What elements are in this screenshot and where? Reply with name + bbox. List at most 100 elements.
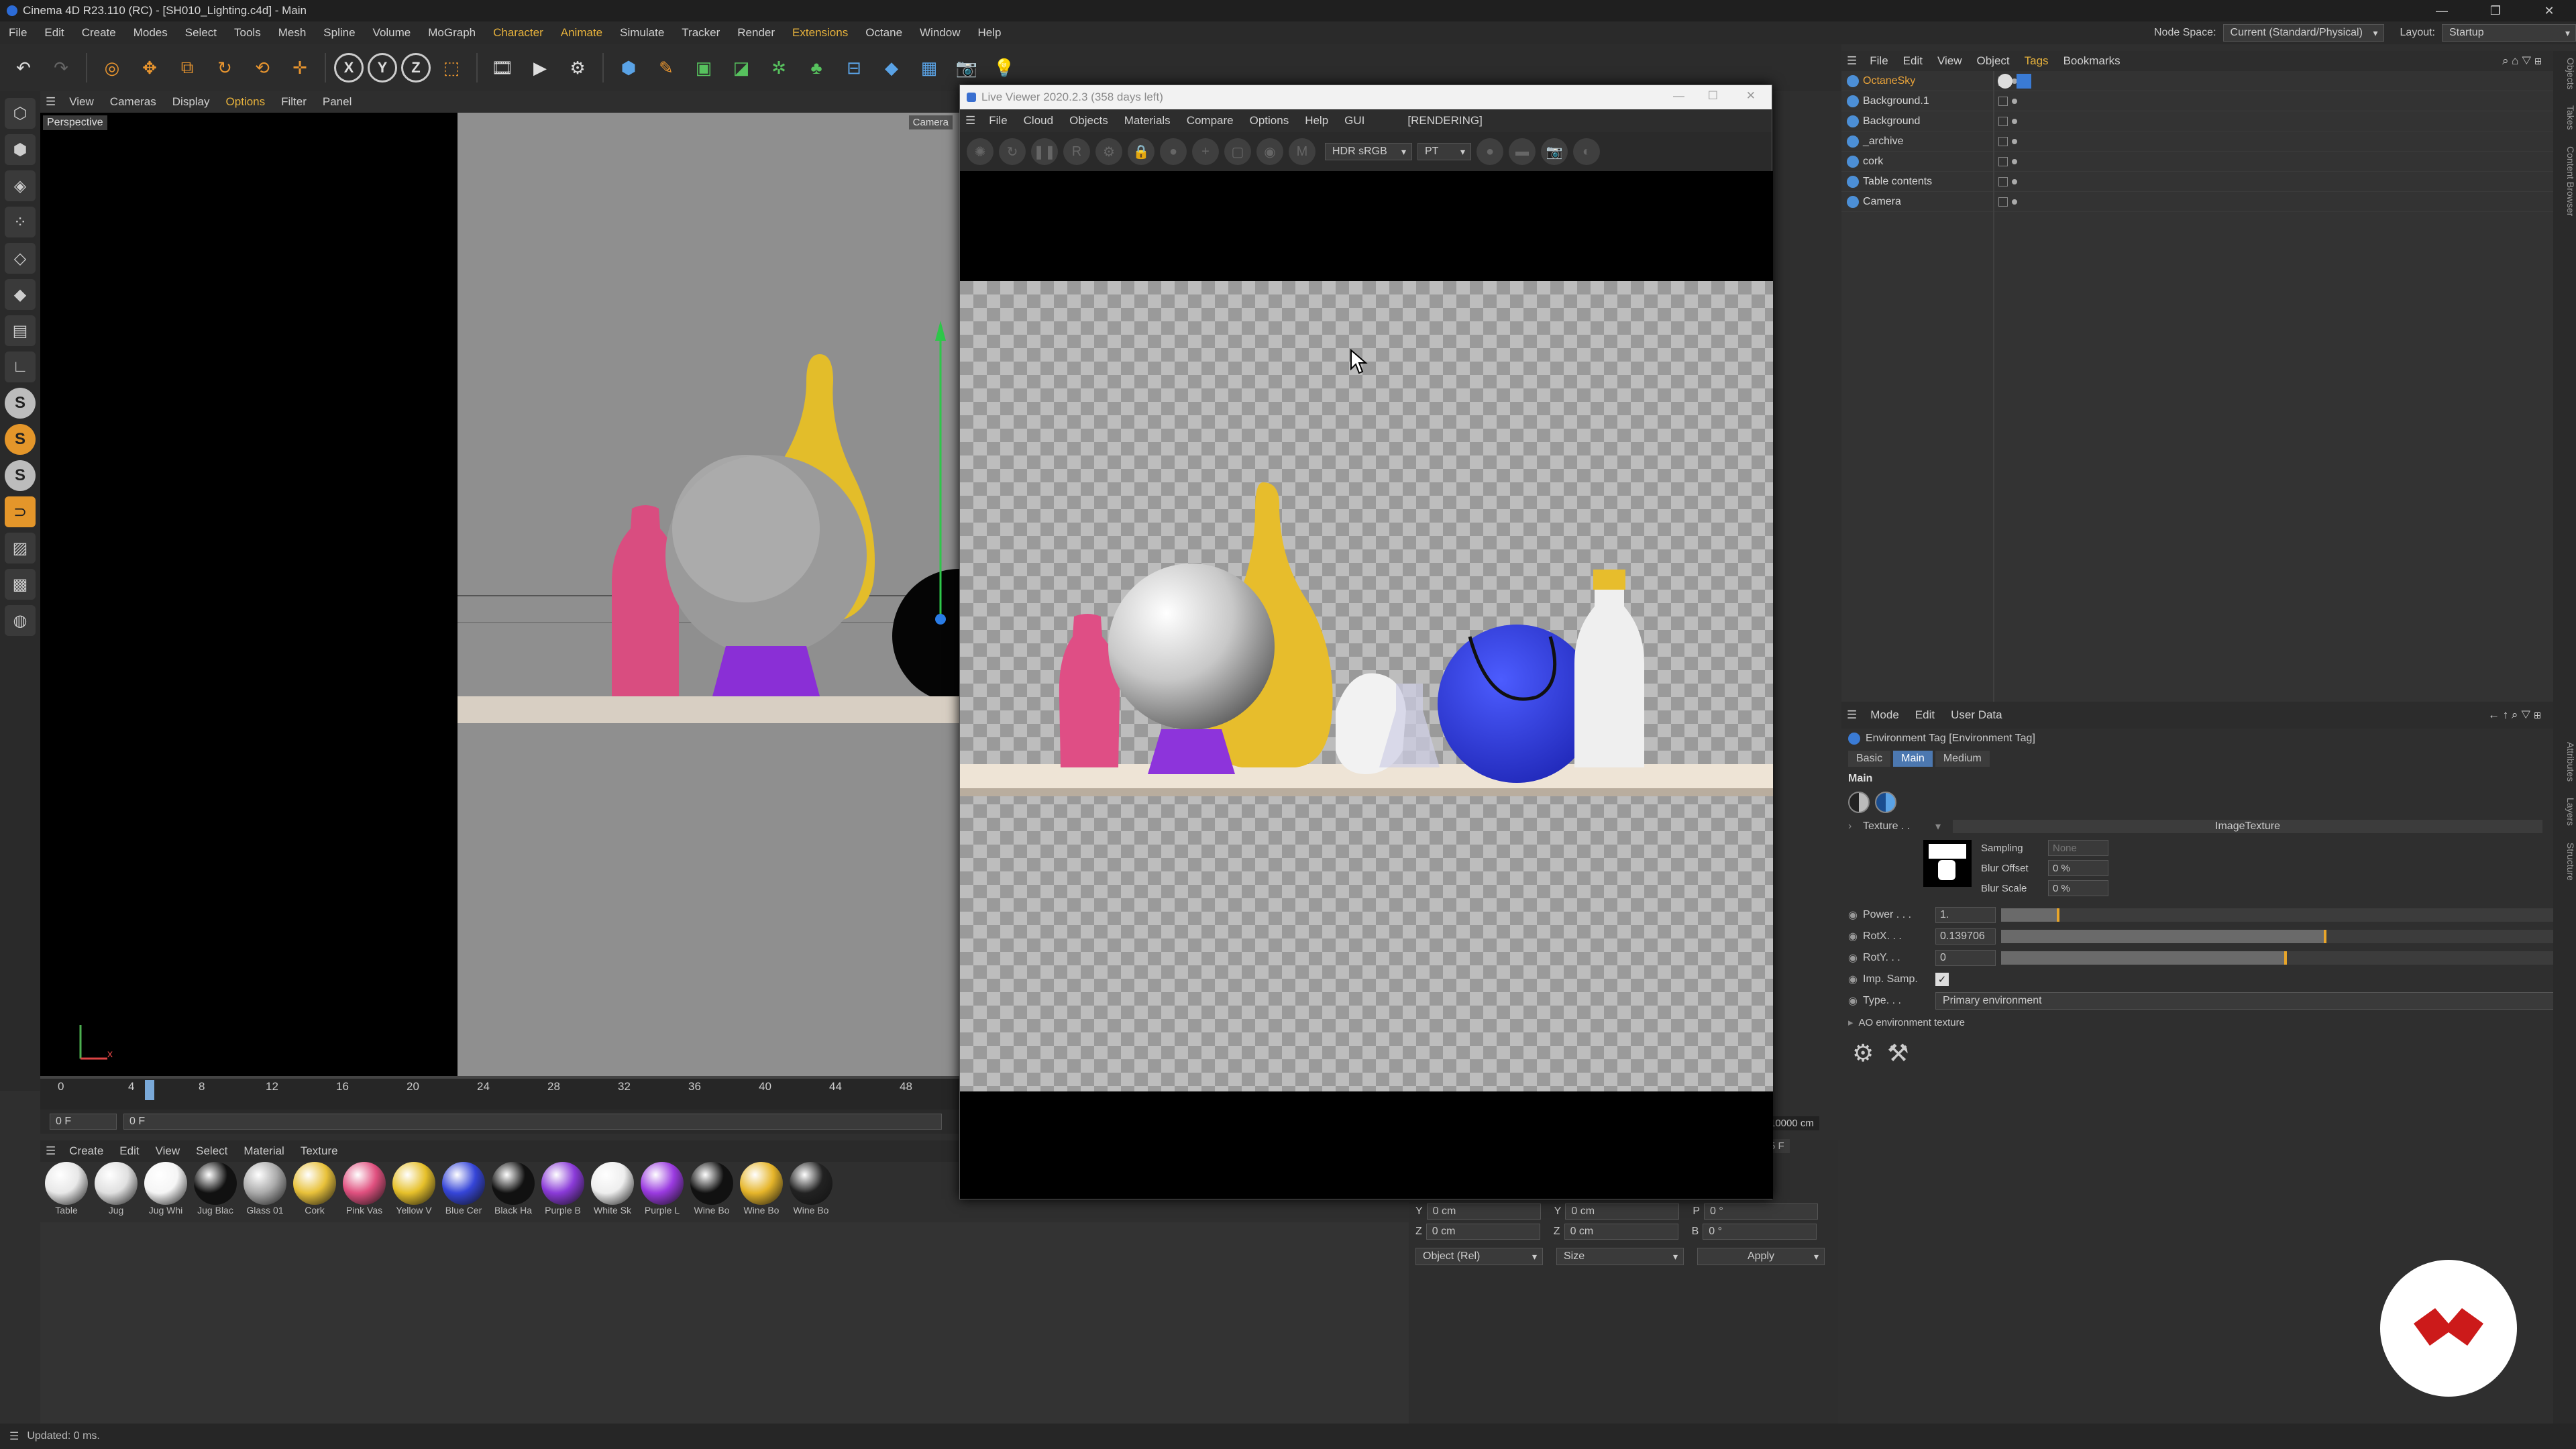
- rotx-slider-handle[interactable]: [2323, 930, 2326, 943]
- cloner-icon[interactable]: ✲: [762, 51, 796, 85]
- type-dropdown[interactable]: Primary environment: [1935, 992, 2569, 1010]
- rgb-mode-icon[interactable]: [1848, 792, 1870, 813]
- subdivision-icon[interactable]: ▣: [687, 51, 720, 85]
- live-menu-cloud[interactable]: Cloud: [1016, 114, 1061, 127]
- snapping-icon[interactable]: ⊃: [5, 496, 36, 527]
- material-menu-create[interactable]: Create: [61, 1144, 111, 1158]
- object-row[interactable]: Table contents: [1841, 172, 2576, 192]
- object-row[interactable]: cork: [1841, 152, 2576, 172]
- kernel-dropdown[interactable]: PT: [1417, 143, 1471, 160]
- viewport-menu-panel[interactable]: Panel: [315, 95, 360, 109]
- axis-mode-icon[interactable]: ∟: [5, 352, 36, 382]
- menu-file[interactable]: File: [0, 26, 36, 40]
- coordinate-system-icon[interactable]: ✛: [283, 51, 317, 85]
- menu-render[interactable]: Render: [729, 26, 784, 40]
- snapshot-icon[interactable]: 📷: [1541, 138, 1568, 165]
- start-frame-field[interactable]: 0 F: [123, 1114, 942, 1130]
- live-maximize-button[interactable]: ☐: [1708, 89, 1718, 103]
- apply-button[interactable]: Apply: [1697, 1248, 1825, 1265]
- restart-render-icon[interactable]: ↻: [999, 138, 1026, 165]
- object-render-dot[interactable]: [2012, 118, 2017, 124]
- objects-menu-edit[interactable]: Edit: [1896, 54, 1930, 68]
- live-menu-help[interactable]: Help: [1297, 114, 1336, 127]
- objects-menu-bookmarks[interactable]: Bookmarks: [2056, 54, 2128, 68]
- redo-icon[interactable]: ↷: [44, 51, 78, 85]
- render-view-icon[interactable]: ▶: [523, 51, 557, 85]
- menu-tracker[interactable]: Tracker: [673, 26, 729, 40]
- polygons-mode-icon[interactable]: ◆: [5, 279, 36, 310]
- objects-menu-icon[interactable]: ☰: [1841, 54, 1862, 68]
- clay-icon[interactable]: ◐: [1573, 138, 1600, 165]
- material-swatch[interactable]: Glass 01: [241, 1162, 288, 1222]
- material-menu-select[interactable]: Select: [188, 1144, 235, 1158]
- strip-tab-takes[interactable]: Takes: [2553, 105, 2576, 130]
- coord-field[interactable]: 0 cm: [1426, 1203, 1541, 1220]
- viewport-menu-view[interactable]: View: [61, 95, 102, 109]
- object-render-dot[interactable]: [2012, 98, 2017, 104]
- grid-icon[interactable]: ▦: [912, 51, 946, 85]
- solo-hierarchy-icon[interactable]: S: [5, 424, 36, 455]
- material-preview-icon[interactable]: ●: [1160, 138, 1187, 165]
- material-swatch[interactable]: Pink Vas: [341, 1162, 388, 1222]
- material-menu-icon[interactable]: ☰: [40, 1144, 61, 1158]
- menu-octane[interactable]: Octane: [857, 26, 911, 40]
- material-swatch[interactable]: Jug Blac: [192, 1162, 239, 1222]
- menu-volume[interactable]: Volume: [364, 26, 420, 40]
- region-render-icon[interactable]: R: [1063, 138, 1090, 165]
- add-icon[interactable]: +: [1192, 138, 1219, 165]
- animate-dot-icon[interactable]: ◉: [1848, 994, 1858, 1008]
- texture-dropdown-icon[interactable]: ▾: [1935, 820, 1947, 833]
- menu-modes[interactable]: Modes: [125, 26, 176, 40]
- status-menu-icon[interactable]: ☰: [9, 1430, 19, 1443]
- object-render-dot[interactable]: [2012, 178, 2017, 184]
- menu-character[interactable]: Character: [484, 26, 552, 40]
- solo-icon[interactable]: S: [5, 388, 36, 419]
- material-menu-texture[interactable]: Texture: [292, 1144, 346, 1158]
- material-swatch[interactable]: Table: [43, 1162, 90, 1222]
- material-swatch[interactable]: Jug Whi: [142, 1162, 189, 1222]
- objects-search-icon[interactable]: ⌕ ⌂ ▽ ⊞: [2495, 54, 2549, 68]
- material-swatch[interactable]: Cork: [291, 1162, 338, 1222]
- render-view[interactable]: [960, 171, 1773, 1199]
- power-slider[interactable]: [2001, 908, 2569, 922]
- viewport-menu-options[interactable]: Options: [218, 95, 274, 109]
- camera-icon[interactable]: 📷: [950, 51, 983, 85]
- animate-dot-icon[interactable]: ◉: [1848, 973, 1858, 986]
- solo-selection-icon[interactable]: S: [5, 460, 36, 491]
- coord-mode-dropdown[interactable]: Object (Rel): [1415, 1248, 1543, 1265]
- move-tool-icon[interactable]: ✥: [133, 51, 166, 85]
- power-field[interactable]: 1.: [1935, 907, 1996, 923]
- menu-animate[interactable]: Animate: [552, 26, 611, 40]
- floor-icon[interactable]: ◆: [875, 51, 908, 85]
- object-visibility-checkbox[interactable]: [1998, 96, 2008, 106]
- world-coordinates-icon[interactable]: ⬚: [435, 51, 468, 85]
- lock-icon[interactable]: 🔒: [1128, 138, 1155, 165]
- object-visibility-checkbox[interactable]: [1998, 156, 2008, 166]
- viewport-menu-icon[interactable]: ☰: [40, 95, 61, 109]
- lock-workplane-icon[interactable]: ◍: [5, 605, 36, 636]
- live-minimize-button[interactable]: —: [1673, 89, 1684, 103]
- object-row[interactable]: Camera: [1841, 192, 2576, 212]
- coord-field[interactable]: 0 cm: [1564, 1224, 1678, 1240]
- tab-basic[interactable]: Basic: [1848, 751, 1891, 767]
- ao-expand-icon[interactable]: ▸: [1848, 1016, 1854, 1028]
- attribute-menu-user-data[interactable]: User Data: [1943, 708, 2010, 722]
- roty-slider-handle[interactable]: [2284, 951, 2287, 965]
- sampling-dropdown[interactable]: None: [2048, 840, 2108, 856]
- channel-icon[interactable]: ●: [1477, 138, 1503, 165]
- attribute-menu-edit[interactable]: Edit: [1907, 708, 1943, 722]
- current-frame-field[interactable]: 0 F: [50, 1114, 117, 1130]
- points-mode-icon[interactable]: ⁘: [5, 207, 36, 237]
- live-menu-compare[interactable]: Compare: [1179, 114, 1242, 127]
- make-editable-icon[interactable]: ⬡: [5, 98, 36, 129]
- rotate-tool-icon[interactable]: ↻: [208, 51, 241, 85]
- edges-mode-icon[interactable]: ◇: [5, 243, 36, 274]
- rotx-slider[interactable]: [2001, 930, 2569, 943]
- roty-field[interactable]: 0: [1935, 950, 1996, 966]
- live-close-button[interactable]: ✕: [1746, 89, 1756, 103]
- menu-spline[interactable]: Spline: [315, 26, 364, 40]
- coord-field[interactable]: 0 °: [1703, 1224, 1817, 1240]
- object-row[interactable]: _archive: [1841, 131, 2576, 152]
- pen-spline-icon[interactable]: ✎: [649, 51, 683, 85]
- timeline-playhead[interactable]: [145, 1080, 154, 1100]
